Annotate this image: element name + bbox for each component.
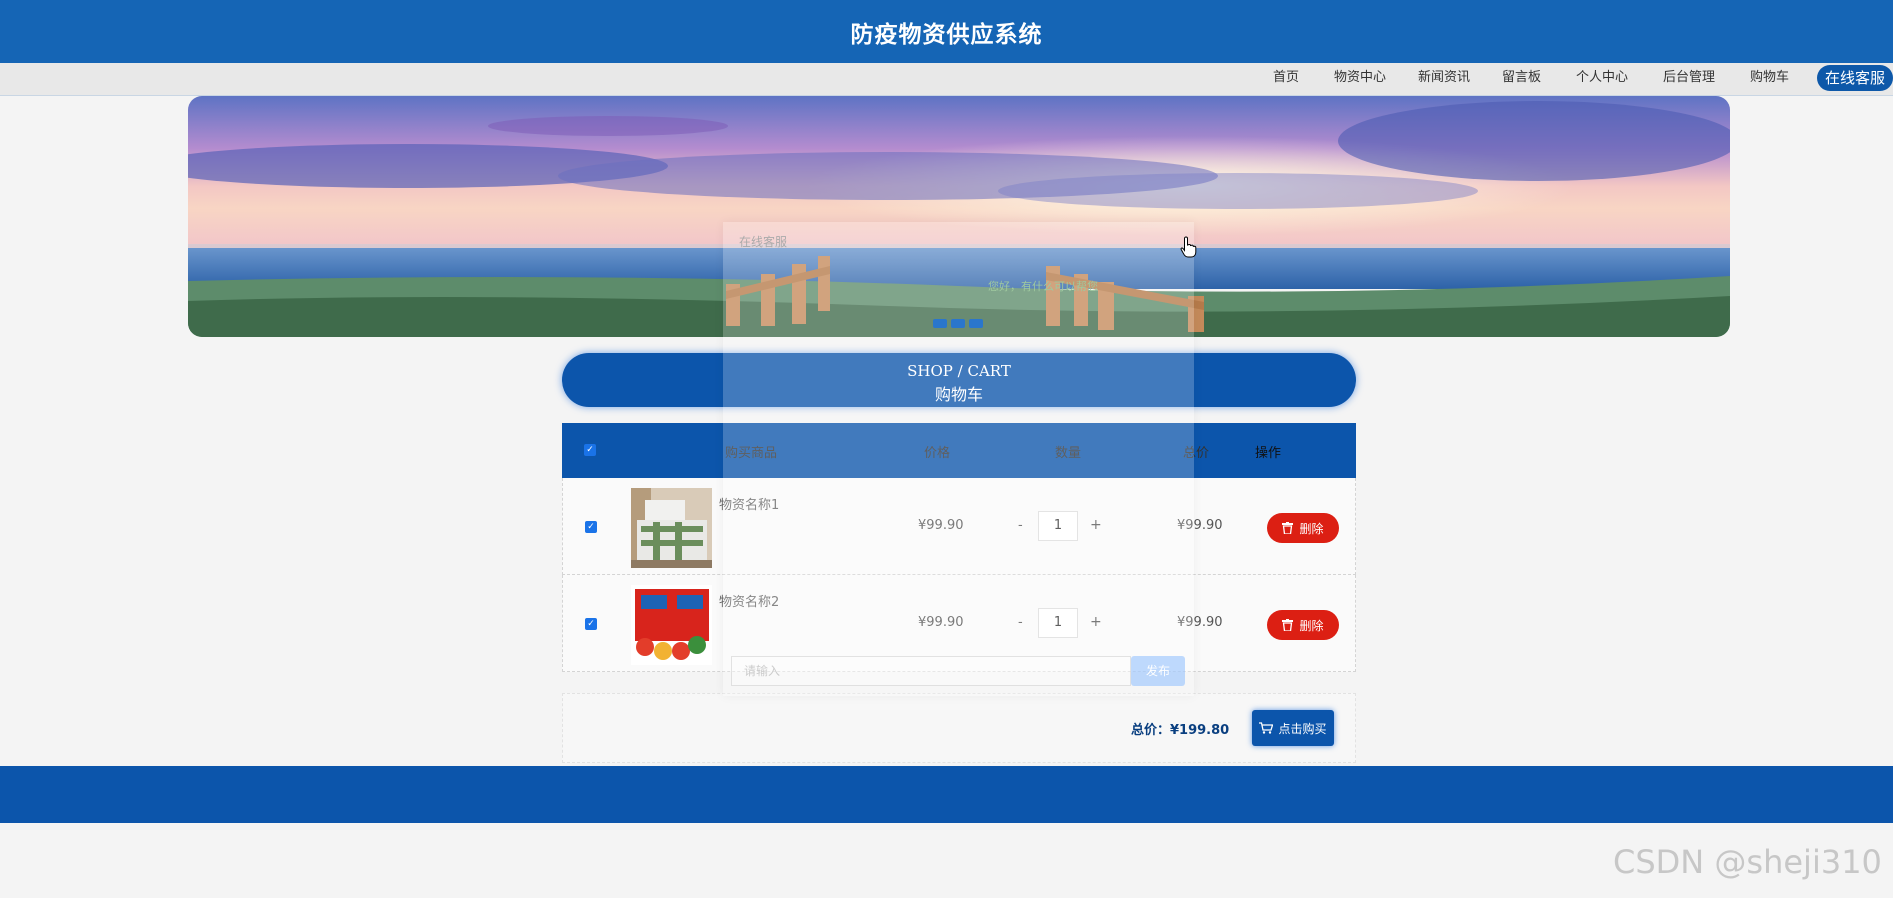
cart-icon <box>1259 722 1274 734</box>
nav-item-home[interactable]: 首页 <box>1273 68 1299 88</box>
chat-title: 在线客服 <box>739 235 788 249</box>
nav-item-cart[interactable]: 购物车 <box>1750 68 1789 88</box>
nav-item-supplies[interactable]: 物资中心 <box>1334 68 1386 88</box>
site-header: 防疫物资供应系统 <box>0 0 1893 63</box>
top-nav: 首页 物资中心 新闻资讯 留言板 个人中心 后台管理 购物车 在线客服 <box>0 63 1893 96</box>
chat-message: 您好，有什么可以帮您 <box>988 280 1098 293</box>
cart-summary: 总价：¥199.80 点击购买 <box>562 693 1356 763</box>
buy-label: 点击购买 <box>1278 721 1327 736</box>
nav-item-messages[interactable]: 留言板 <box>1502 68 1541 88</box>
site-footer <box>0 766 1893 823</box>
product-image-blanket[interactable] <box>631 488 712 568</box>
row-checkbox[interactable]: ✓ <box>585 521 597 533</box>
trash-icon <box>1282 619 1294 631</box>
watermark: CSDN @sheji310 <box>1613 843 1882 881</box>
grand-total: 总价：¥199.80 <box>1131 723 1230 738</box>
hand-cursor-icon <box>1180 236 1197 258</box>
nav-item-news[interactable]: 新闻资讯 <box>1418 68 1470 88</box>
delete-label: 删除 <box>1299 618 1324 633</box>
product-image-noodles[interactable] <box>631 585 712 665</box>
delete-button[interactable]: 删除 <box>1267 513 1339 543</box>
chat-input[interactable]: 请输入 <box>731 656 1131 686</box>
online-service-chat-overlay: 在线客服 您好，有什么可以帮您 请输入 发布 <box>723 222 1194 696</box>
online-service-button[interactable]: 在线客服 <box>1817 65 1893 91</box>
header-action: 操作 <box>1255 446 1282 461</box>
row-checkbox[interactable]: ✓ <box>585 618 597 630</box>
trash-icon <box>1282 522 1294 534</box>
buy-button[interactable]: 点击购买 <box>1252 710 1334 746</box>
site-title: 防疫物资供应系统 <box>850 21 1043 48</box>
chat-loading-indicator <box>933 313 987 332</box>
delete-button[interactable]: 删除 <box>1267 610 1339 640</box>
delete-label: 删除 <box>1299 521 1324 536</box>
chat-send-button[interactable]: 发布 <box>1131 656 1185 686</box>
select-all-checkbox[interactable]: ✓ <box>584 444 596 456</box>
nav-item-admin[interactable]: 后台管理 <box>1663 68 1715 88</box>
nav-item-profile[interactable]: 个人中心 <box>1576 68 1628 88</box>
